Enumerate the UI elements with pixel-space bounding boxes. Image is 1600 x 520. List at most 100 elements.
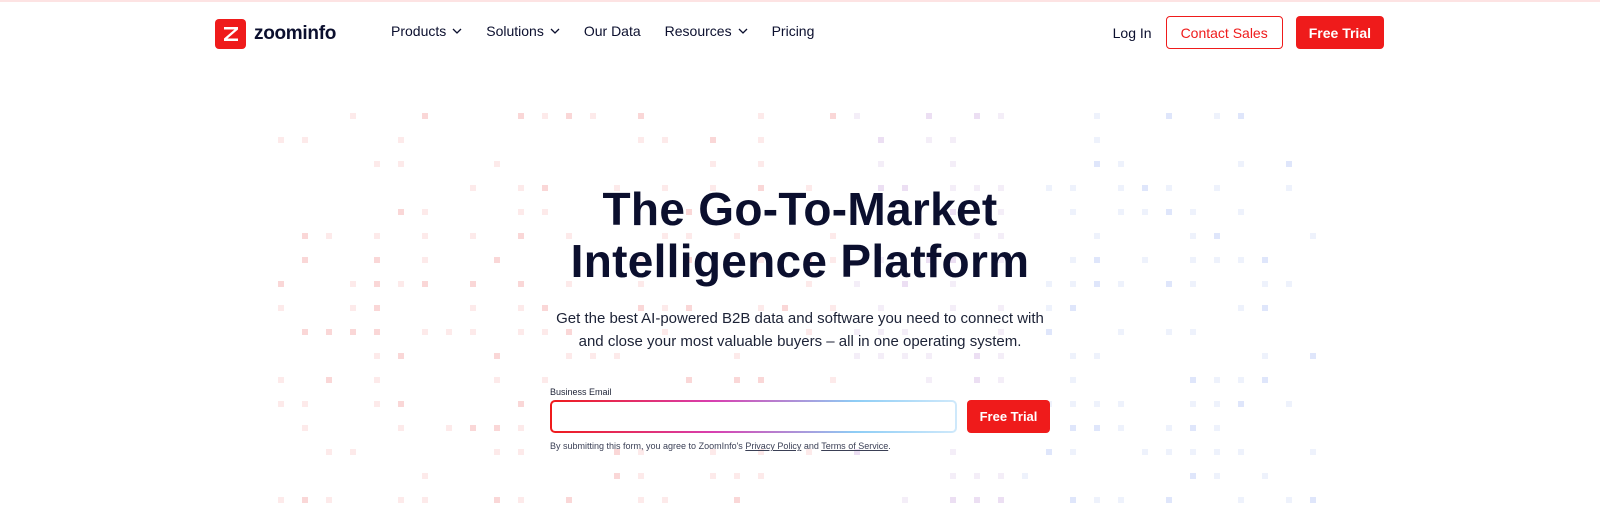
decorative-dot [926,353,932,359]
logo-wordmark: zoominfo [254,23,337,44]
decorative-dot [758,161,764,167]
decorative-dot [950,161,956,167]
decorative-dot [542,113,548,119]
decorative-dot [518,449,524,455]
decorative-dot [302,425,308,431]
decorative-dot [494,353,500,359]
nav-item-label: Products [391,23,447,39]
zoominfo-logo[interactable]: zoominfo [215,19,336,49]
decorative-dot [1166,113,1172,119]
nav-item-label: Resources [664,23,732,39]
decorative-dot [1118,161,1124,167]
decorative-dot [1238,377,1244,383]
decorative-dot [1070,497,1076,503]
decorative-dot [1262,353,1268,359]
decorative-dot [974,377,980,383]
disclaimer-suffix: . [888,441,891,451]
decorative-dot [1286,497,1292,503]
decorative-dot [398,401,404,407]
decorative-dot [1286,161,1292,167]
decorative-dot [422,113,428,119]
privacy-policy-link[interactable]: Privacy Policy [745,441,801,451]
decorative-dot [302,137,308,143]
decorative-dot [710,161,716,167]
nav-item-pricing[interactable]: Pricing [772,23,815,39]
header-free-trial-button[interactable]: Free Trial [1295,16,1384,49]
header-actions: Log In Contact Sales Free Trial [1113,16,1384,49]
decorative-dot [278,137,284,143]
business-email-input[interactable] [552,402,955,431]
decorative-dot [1166,497,1172,503]
decorative-dot [710,473,716,479]
terms-of-service-link[interactable]: Terms of Service [821,441,888,451]
decorative-dot [518,401,524,407]
nav-item-solutions[interactable]: Solutions [486,23,560,39]
decorative-dot [566,113,572,119]
chevron-down-icon [550,28,560,34]
form-disclaimer: By submitting this form, you agree to Zo… [550,441,1050,451]
decorative-dot [998,113,1004,119]
decorative-dot [974,353,980,359]
decorative-dot [326,449,332,455]
hero-subtitle-line-2: and close your most valuable buyers – al… [578,333,1022,350]
decorative-dot [398,161,404,167]
business-email-field-border [550,400,957,433]
decorative-dot [758,137,764,143]
decorative-dot [494,161,500,167]
nav-item-resources[interactable]: Resources [665,23,748,39]
decorative-dot [1118,425,1124,431]
decorative-dot [638,473,644,479]
contact-sales-button[interactable]: Contact Sales [1165,16,1283,49]
nav-item-label: Our Data [583,23,641,39]
decorative-dot [974,497,980,503]
decorative-dot [374,353,380,359]
decorative-dot [1190,473,1196,479]
decorative-dot [1022,473,1028,479]
decorative-dot [422,497,428,503]
decorative-dot [1214,401,1220,407]
decorative-dot [734,473,740,479]
nav-item-products[interactable]: Products [391,23,462,39]
decorative-dot [950,137,956,143]
hero-subtitle: Get the best AI-powered B2B data and sof… [0,307,1600,353]
decorative-dot [878,161,884,167]
disclaimer-prefix: By submitting this form, you agree to Zo… [550,441,746,451]
decorative-dot [1190,425,1196,431]
decorative-dot [1238,449,1244,455]
decorative-dot [638,137,644,143]
decorative-dot [1214,449,1220,455]
decorative-dot [278,401,284,407]
decorative-dot [470,425,476,431]
decorative-dot [1166,425,1172,431]
decorative-dot [1118,401,1124,407]
decorative-dot [734,497,740,503]
decorative-dot [326,377,332,383]
decorative-dot [374,377,380,383]
decorative-dot [950,497,956,503]
login-link[interactable]: Log In [1113,25,1152,41]
decorative-dot [374,161,380,167]
decorative-dot [734,377,740,383]
decorative-dot [1094,425,1100,431]
decorative-dot [1070,377,1076,383]
decorative-dot [974,113,980,119]
decorative-dot [854,353,860,359]
decorative-dot [878,353,884,359]
form-free-trial-button[interactable]: Free Trial [967,400,1050,433]
decorative-dot [1142,449,1148,455]
decorative-dot [830,377,836,383]
decorative-dot [614,473,620,479]
decorative-dot [1094,113,1100,119]
decorative-dot [974,473,980,479]
decorative-dot [1070,401,1076,407]
decorative-dot [638,113,644,119]
hero-title: The Go-To-Market Intelligence Platform [0,183,1600,287]
nav-item-our-data[interactable]: Our Data [584,23,641,39]
decorative-dot [278,377,284,383]
decorative-dot [1262,473,1268,479]
decorative-dot [1214,425,1220,431]
decorative-dot [350,113,356,119]
decorative-dot [1190,449,1196,455]
decorative-dot [398,497,404,503]
decorative-dot [542,377,548,383]
